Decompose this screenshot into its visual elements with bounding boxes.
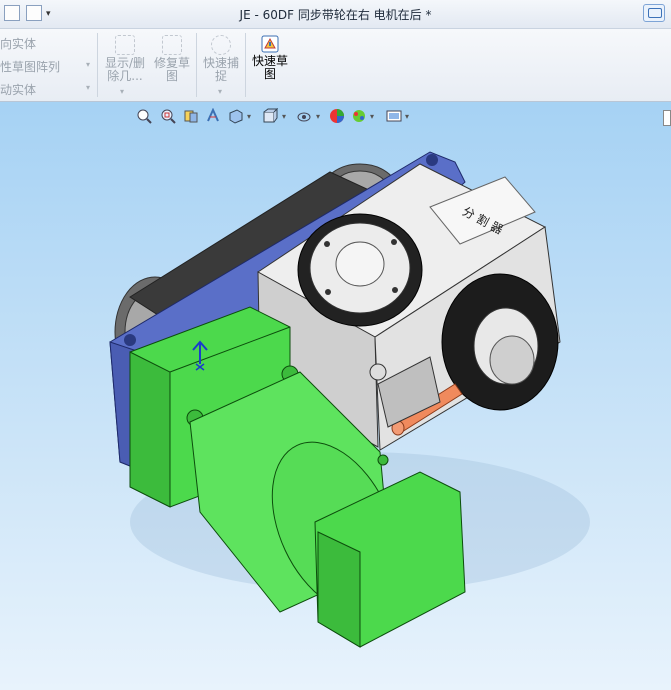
show-delete-relations-label-2: 除几...	[107, 69, 143, 83]
ribbon-item-0: 向实体	[0, 37, 37, 51]
chevron-down-icon: ▾	[86, 83, 91, 92]
indexer-motor-model[interactable]: 分 割 器	[0, 102, 671, 690]
ribbon-separator	[245, 33, 246, 97]
rapid-sketch-label-2: 图	[263, 67, 276, 81]
quick-snaps-label-2: 捉	[214, 69, 227, 83]
rapid-sketch-button[interactable]: 快速草 图	[249, 35, 291, 81]
title-bar: ▾ JE - 60DF 同步带轮在右 电机在后 *	[0, 0, 671, 29]
help-icon[interactable]	[643, 4, 665, 22]
ribbon-separator	[97, 33, 98, 97]
command-manager-ribbon: 向实体 性草图阵列 ▾ 动实体 ▾ 显示/删 除几... ▾ 修复草 图 快速捕…	[0, 29, 671, 102]
repair-sketch-button[interactable]: 修复草 图	[152, 35, 192, 83]
ribbon-item-2: 动实体	[0, 83, 37, 97]
quick-snaps-button[interactable]: 快速捕 捉	[200, 35, 242, 83]
show-delete-relations-button[interactable]: 显示/删 除几...	[103, 35, 147, 83]
chevron-down-icon[interactable]: ▾	[120, 87, 124, 96]
rapid-sketch-icon	[261, 35, 279, 53]
window-title: JE - 60DF 同步带轮在右 电机在后 *	[239, 8, 432, 22]
chevron-down-icon: ▾	[86, 60, 91, 69]
graphics-area[interactable]: ▾ ▾ ▾ ▾ ▾ 分 割 器	[0, 102, 671, 690]
quick-snaps-icon	[211, 35, 231, 55]
ribbon-item-1: 性草图阵列	[0, 60, 61, 74]
show-delete-relations-icon	[115, 35, 135, 55]
chevron-down-icon[interactable]: ▾	[218, 87, 222, 96]
repair-sketch-label-2: 图	[165, 69, 178, 83]
repair-sketch-icon	[162, 35, 182, 55]
ribbon-separator	[196, 33, 197, 97]
